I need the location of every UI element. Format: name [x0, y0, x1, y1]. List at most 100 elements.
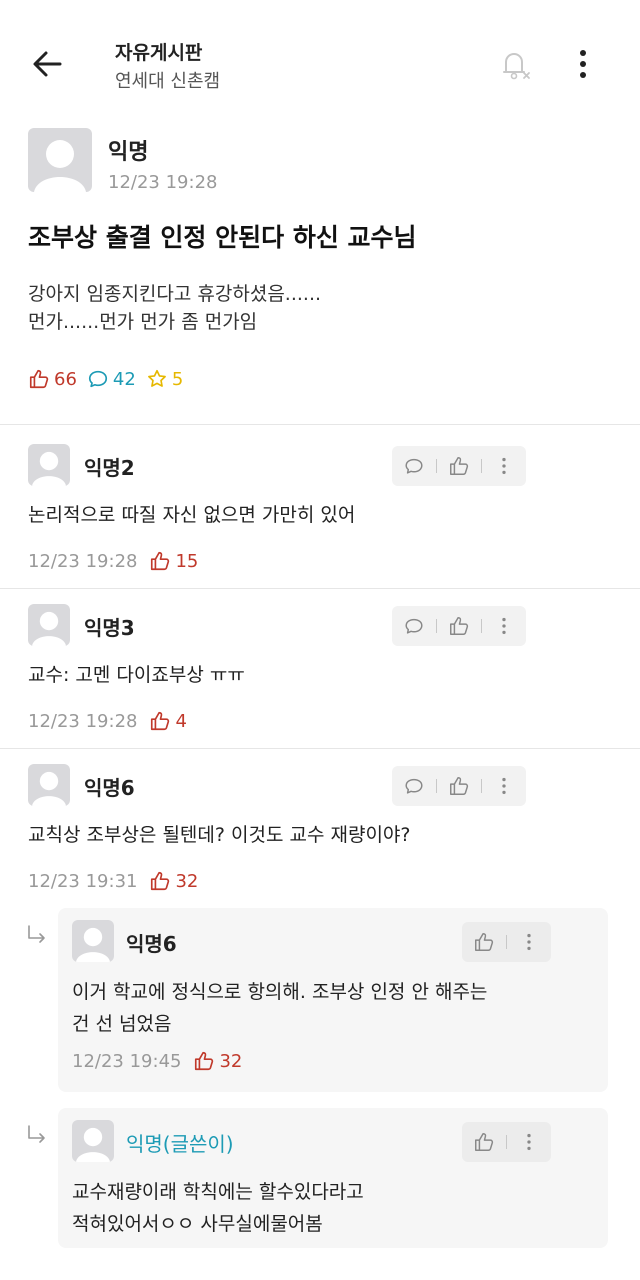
comment-like-value: 15 — [175, 550, 199, 572]
like-button[interactable] — [437, 606, 481, 646]
reply-arrow-icon — [28, 1125, 45, 1143]
comment-more-button[interactable] — [482, 606, 526, 646]
comment-meta: 12/23 19:28 15 — [28, 548, 198, 574]
comment-actions — [392, 446, 526, 486]
thumbs-up-icon — [450, 617, 469, 635]
comment-item: 익명3 교수: 고멘 다이죠부상 ㅠㅠ 12/23 19:28 4 — [0, 604, 640, 744]
reply-text-line: 이거 학교에 정식으로 항의해. 조부상 인정 안 해주는 — [72, 981, 488, 1003]
avatar — [28, 764, 70, 806]
reply-text: 교수재량이래 학칙에는 할수있다라고 적혀있어서ㅇㅇ 사무실에물어봄 — [72, 1176, 602, 1240]
more-vertical-icon — [527, 933, 531, 951]
comment-time: 12/23 19:28 — [28, 550, 138, 572]
bell-off-icon — [503, 53, 530, 80]
like-button[interactable] — [462, 922, 506, 962]
post-body-line: 강아지 임종지킨다고 휴강하셨음...... — [28, 283, 322, 305]
thumbs-up-icon — [475, 933, 494, 951]
thumbs-up-icon — [151, 551, 170, 571]
reply-item: 익명(글쓴이) 교수재량이래 학칙에는 할수있다라고 적혀있어서ㅇㅇ 사무실에물… — [58, 1108, 608, 1248]
reply-author-writer: 익명(글쓴이) — [126, 1132, 234, 1156]
comment-actions — [392, 606, 526, 646]
post-title: 조부상 출결 인정 안된다 하신 교수님 — [28, 223, 417, 252]
arrow-left-icon — [33, 51, 62, 77]
reply-meta: 12/23 19:45 32 — [72, 1048, 242, 1074]
reply-arrow-icon — [28, 925, 45, 943]
post-stats: 66 42 5 — [28, 366, 193, 392]
comment-time: 12/23 19:28 — [28, 710, 138, 732]
comment-meta: 12/23 19:31 32 — [28, 868, 198, 894]
reply-like-count: 32 — [193, 1050, 242, 1072]
avatar — [72, 920, 114, 962]
thumbs-up-icon — [29, 369, 49, 389]
post-body-line: 먼가......먼가 먼가 좀 먼가임 — [28, 311, 258, 333]
comment-text: 교수: 고멘 다이죠부상 ㅠㅠ — [28, 664, 245, 686]
comment-actions — [392, 766, 526, 806]
reply-button[interactable] — [392, 606, 436, 646]
thumbs-up-icon — [475, 1133, 494, 1151]
comment-author: 익명3 — [84, 616, 135, 640]
comment-time: 12/23 19:31 — [28, 870, 138, 892]
divider — [0, 748, 640, 749]
thumbs-up-icon — [450, 457, 469, 475]
reply-item: 익명6 이거 학교에 정식으로 항의해. 조부상 인정 안 해주는 건 선 넘었… — [58, 908, 608, 1092]
post-author: 익명 — [108, 140, 149, 165]
more-vertical-icon — [502, 457, 506, 475]
comment-icon — [405, 458, 423, 474]
reply-text: 이거 학교에 정식으로 항의해. 조부상 인정 안 해주는 건 선 넘었음 — [72, 976, 602, 1040]
more-vertical-icon — [502, 777, 506, 795]
notification-toggle-button[interactable] — [494, 44, 534, 84]
thumbs-up-icon — [151, 711, 170, 731]
back-button[interactable] — [28, 44, 68, 84]
comment-item: 익명2 논리적으로 따질 자신 없으면 가만히 있어 12/23 19:28 1… — [0, 444, 640, 584]
comment-text: 논리적으로 따질 자신 없으면 가만히 있어 — [28, 504, 356, 526]
more-vertical-icon — [502, 617, 506, 635]
thumbs-up-icon — [195, 1051, 214, 1071]
thumbs-up-icon — [151, 871, 170, 891]
like-button[interactable] — [437, 446, 481, 486]
comment-like-value: 4 — [175, 710, 187, 732]
reply-more-button[interactable] — [507, 1122, 551, 1162]
top-bar: 자유게시판 연세대 신촌캠 — [0, 0, 640, 120]
post-comment-value: 42 — [112, 368, 136, 390]
comment-icon — [88, 370, 107, 388]
reply-actions — [462, 922, 551, 962]
more-options-button[interactable] — [568, 44, 598, 84]
post-scrap-value: 5 — [171, 368, 184, 390]
avatar — [28, 444, 70, 486]
comment-like-count: 15 — [149, 550, 198, 572]
reply-button[interactable] — [392, 766, 436, 806]
reply-text-line: 교수재량이래 학칙에는 할수있다라고 — [72, 1181, 364, 1203]
like-button[interactable] — [437, 766, 481, 806]
comment-item: 익명6 교칙상 조부상은 될텐데? 이것도 교수 재량이야? 12/23 19:… — [0, 764, 640, 904]
thumbs-up-icon — [450, 777, 469, 795]
post-like-value: 66 — [54, 368, 77, 390]
divider — [0, 424, 640, 425]
comment-icon — [405, 778, 423, 794]
reply-like-value: 32 — [219, 1050, 243, 1072]
avatar — [28, 128, 92, 192]
reply-more-button[interactable] — [507, 922, 551, 962]
comment-like-value: 32 — [175, 870, 199, 892]
divider — [0, 588, 640, 589]
avatar — [72, 1120, 114, 1162]
comment-meta: 12/23 19:28 4 — [28, 708, 187, 734]
comment-icon — [405, 618, 423, 634]
board-subtitle: 연세대 신촌캠 — [115, 71, 221, 92]
post-like-count: 66 — [28, 368, 77, 390]
comment-more-button[interactable] — [482, 446, 526, 486]
comment-more-button[interactable] — [482, 766, 526, 806]
post-comment-count: 42 — [87, 368, 136, 390]
reply-text-line: 적혀있어서ㅇㅇ 사무실에물어봄 — [72, 1213, 323, 1235]
like-button[interactable] — [462, 1122, 506, 1162]
reply-button[interactable] — [392, 446, 436, 486]
more-vertical-icon — [580, 50, 586, 78]
board-title: 자유게시판 — [115, 42, 203, 64]
reply-time: 12/23 19:45 — [72, 1050, 182, 1072]
reply-actions — [462, 1122, 551, 1162]
reply-text-line: 건 선 넘었음 — [72, 1013, 172, 1035]
comment-like-count: 32 — [149, 870, 198, 892]
comment-text: 교칙상 조부상은 될텐데? 이것도 교수 재량이야? — [28, 824, 411, 846]
comment-like-count: 4 — [149, 710, 187, 732]
star-icon — [147, 369, 166, 387]
comment-author: 익명6 — [84, 776, 135, 800]
post-time: 12/23 19:28 — [108, 172, 218, 193]
